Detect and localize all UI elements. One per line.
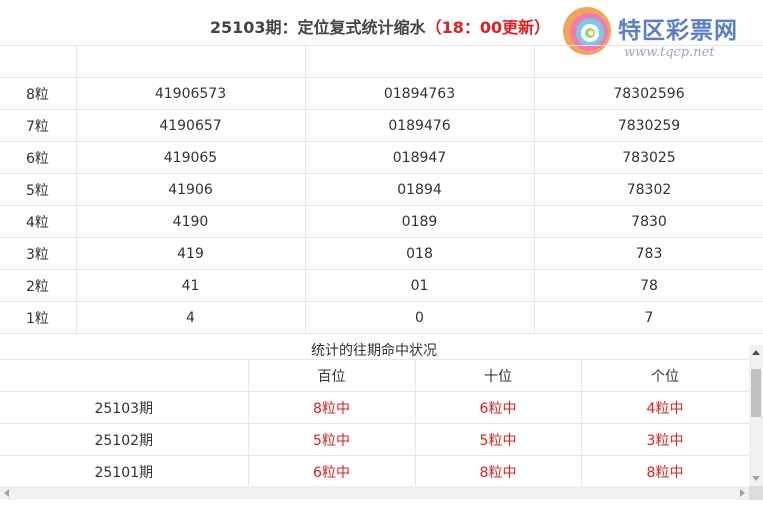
hit-cell: 6粒中 (247, 455, 416, 488)
table-row: 3粒 419 018 783 (0, 237, 763, 270)
table-cell: 7830259 (533, 109, 763, 142)
row-label: 4粒 (0, 205, 77, 238)
period-cell: 25102期 (0, 423, 249, 456)
table-cell: 4190 (75, 205, 306, 238)
table-cell: 018947 (304, 141, 535, 174)
table-cell: 41906573 (75, 77, 306, 110)
history-header-tens: 十位 (414, 359, 582, 392)
table-row: 5粒 41906 01894 78302 (0, 173, 763, 206)
table-cell: 41906 (75, 173, 306, 206)
table-cell: 419065 (75, 141, 306, 174)
update-time: （18：00更新） (425, 18, 551, 37)
table-cell: 4 (75, 301, 306, 334)
scroll-down-arrow-icon[interactable] (752, 476, 760, 481)
table-cell: 419 (75, 237, 306, 270)
history-title-text: 统计的往期命中状况 (311, 343, 437, 359)
table-cell: 018 (304, 237, 535, 270)
row-label: 5粒 (0, 173, 77, 206)
stats-header-row (0, 45, 763, 78)
history-header-cell (0, 359, 249, 392)
stats-table: 8粒 41906573 01894763 78302596 7粒 4190657… (0, 45, 763, 334)
stats-header-cell (75, 45, 306, 78)
table-cell: 78302 (533, 173, 763, 206)
table-cell: 78 (533, 269, 763, 302)
table-row: 1粒 4 0 7 (0, 301, 763, 334)
table-cell: 0189476 (304, 109, 535, 142)
row-label: 1粒 (0, 301, 77, 334)
row-label: 2粒 (0, 269, 77, 302)
table-row: 4粒 4190 0189 7830 (0, 205, 763, 238)
table-cell: 4190657 (75, 109, 306, 142)
stats-header-cell (304, 45, 535, 78)
table-cell: 01894763 (304, 77, 535, 110)
stats-header-cell (533, 45, 763, 78)
table-cell: 41 (75, 269, 306, 302)
table-row: 2粒 41 01 78 (0, 269, 763, 302)
history-header-hundreds: 百位 (247, 359, 416, 392)
row-label: 3粒 (0, 237, 77, 270)
hit-cell: 8粒中 (580, 455, 750, 488)
table-row: 25101期 6粒中 8粒中 8粒中 (0, 455, 750, 488)
table-cell: 783025 (533, 141, 763, 174)
table-row: 8粒 41906573 01894763 78302596 (0, 77, 763, 110)
hit-cell: 4粒中 (580, 391, 750, 424)
hit-cell: 5粒中 (247, 423, 416, 456)
table-row: 25102期 5粒中 5粒中 3粒中 (0, 423, 750, 456)
table-row: 25103期 8粒中 6粒中 4粒中 (0, 391, 750, 424)
horizontal-scrollbar[interactable] (0, 486, 749, 500)
vertical-scroll-thumb[interactable] (751, 369, 761, 417)
table-cell: 01894 (304, 173, 535, 206)
table-row: 6粒 419065 018947 783025 (0, 141, 763, 174)
scroll-up-arrow-icon[interactable] (752, 350, 760, 355)
table-cell: 783 (533, 237, 763, 270)
hit-cell: 8粒中 (414, 455, 582, 488)
scrollbar-corner (749, 486, 763, 500)
hit-cell: 6粒中 (414, 391, 582, 424)
table-cell: 0189 (304, 205, 535, 238)
row-label: 7粒 (0, 109, 77, 142)
history-header-row: 百位 十位 个位 (0, 359, 750, 392)
scroll-right-arrow-icon[interactable] (740, 489, 745, 497)
title-text: 25103期：定位复式统计缩水 (209, 18, 426, 37)
history-header-units: 个位 (580, 359, 750, 392)
stats-header-cell (0, 45, 77, 78)
period-cell: 25103期 (0, 391, 249, 424)
table-cell: 0 (304, 301, 535, 334)
table-cell: 78302596 (533, 77, 763, 110)
row-label: 6粒 (0, 141, 77, 174)
table-row: 7粒 4190657 0189476 7830259 (0, 109, 763, 142)
row-label: 8粒 (0, 77, 77, 110)
logo-name: 特区彩票网 (618, 18, 738, 44)
vertical-scrollbar[interactable] (749, 345, 763, 486)
history-section-title: 统计的往期命中状况 (0, 333, 748, 359)
table-cell: 01 (304, 269, 535, 302)
table-cell: 7 (533, 301, 763, 334)
period-cell: 25101期 (0, 455, 249, 488)
hit-cell: 5粒中 (414, 423, 582, 456)
history-table: 百位 十位 个位 25103期 8粒中 6粒中 4粒中 25102期 5粒中 5… (0, 359, 750, 488)
hit-cell: 8粒中 (247, 391, 416, 424)
hit-cell: 3粒中 (580, 423, 750, 456)
table-cell: 7830 (533, 205, 763, 238)
scroll-left-arrow-icon[interactable] (4, 489, 9, 497)
